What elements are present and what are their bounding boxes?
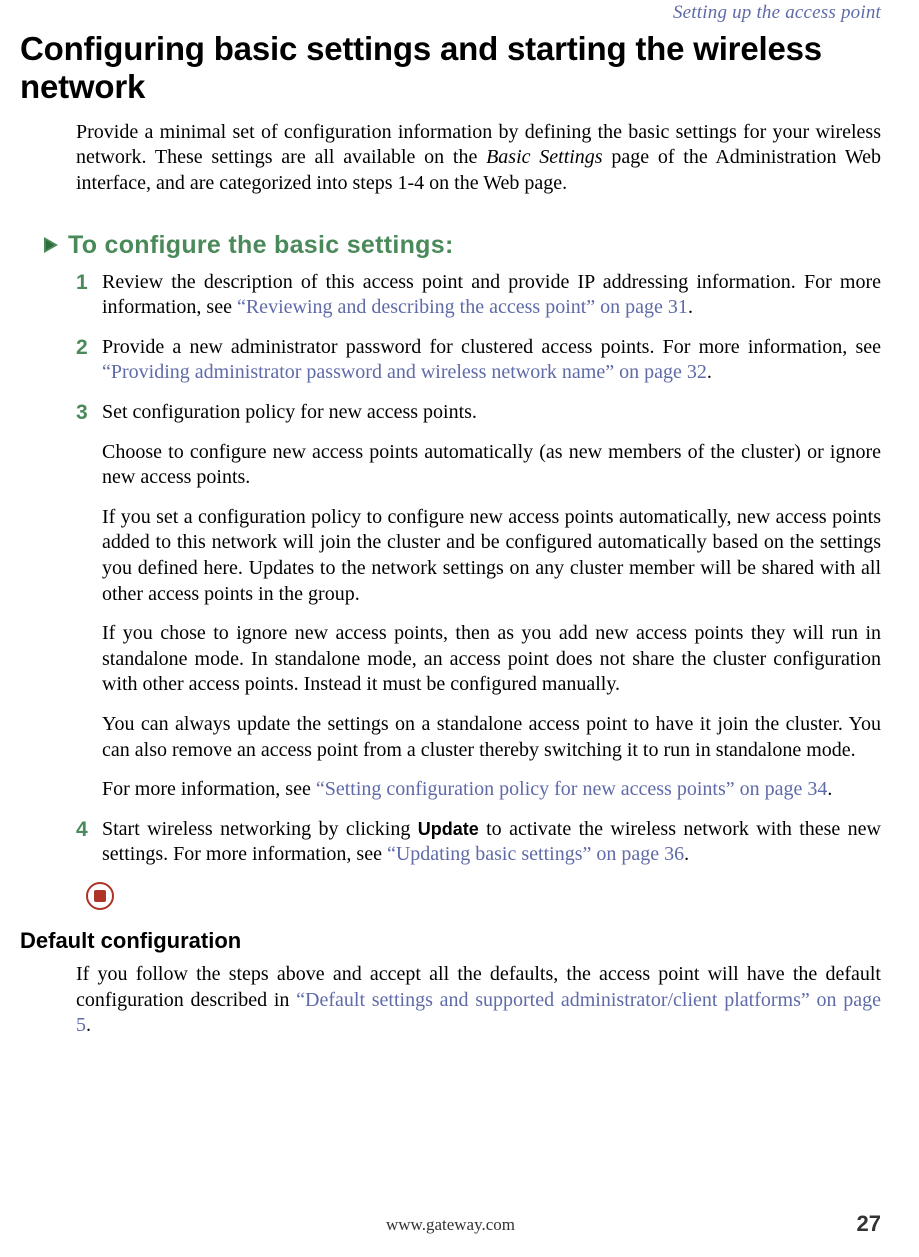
step-4-text-c: . <box>684 843 689 865</box>
step-number: 2 <box>76 335 88 362</box>
sub-text-b: . <box>86 1014 91 1036</box>
step-3-para-3: If you chose to ignore new access points… <box>102 621 881 698</box>
step-number: 1 <box>76 270 88 297</box>
end-procedure-icon <box>86 882 881 910</box>
page-number: 27 <box>857 1211 881 1237</box>
step-4: 4 Start wireless networking by clicking … <box>76 817 881 868</box>
step-3: 3 Set configuration policy for new acces… <box>76 400 881 803</box>
default-config-paragraph: If you follow the steps above and accept… <box>76 962 881 1039</box>
step-3-para-5: For more information, see “Setting confi… <box>102 777 881 803</box>
xref-admin-password[interactable]: “Providing administrator password and wi… <box>102 361 707 383</box>
procedure-title: To configure the basic settings: <box>68 231 454 260</box>
triangle-icon <box>44 237 58 253</box>
running-header: Setting up the access point <box>20 0 881 24</box>
step-3-para-1: Choose to configure new access points au… <box>102 440 881 491</box>
ui-term-update: Update <box>418 819 479 839</box>
steps-list: 1 Review the description of this access … <box>76 270 881 868</box>
step-number: 3 <box>76 400 88 427</box>
step-4-text-a: Start wireless networking by clicking <box>102 818 418 840</box>
procedure-heading: To configure the basic settings: <box>44 231 881 260</box>
footer-url: www.gateway.com <box>20 1215 881 1235</box>
page: Setting up the access point Configuring … <box>0 0 919 1257</box>
step-3-para-2: If you set a configuration policy to con… <box>102 505 881 607</box>
intro-paragraph: Provide a minimal set of configuration i… <box>76 120 881 197</box>
step-2-text-a: Provide a new administrator password for… <box>102 336 881 358</box>
step-1-text-b: . <box>688 296 693 318</box>
xref-updating-settings[interactable]: “Updating basic settings” on page 36 <box>387 843 684 865</box>
step-3-text-a: Set configuration policy for new access … <box>102 401 477 423</box>
step-2-text-b: . <box>707 361 712 383</box>
step-3-para-4: You can always update the settings on a … <box>102 712 881 763</box>
step-number: 4 <box>76 817 88 844</box>
intro-emphasis: Basic Settings <box>486 146 603 168</box>
step-2: 2 Provide a new administrator password f… <box>76 335 881 386</box>
step-3-p5-a: For more information, see <box>102 778 316 800</box>
xref-reviewing-access-point[interactable]: “Reviewing and describing the access poi… <box>237 296 688 318</box>
sub-heading-default-config: Default configuration <box>20 928 881 954</box>
page-footer: www.gateway.com 27 <box>20 1215 881 1235</box>
step-1: 1 Review the description of this access … <box>76 270 881 321</box>
xref-config-policy[interactable]: “Setting configuration policy for new ac… <box>316 778 828 800</box>
step-3-p5-b: . <box>827 778 832 800</box>
page-title: Configuring basic settings and starting … <box>20 30 881 106</box>
